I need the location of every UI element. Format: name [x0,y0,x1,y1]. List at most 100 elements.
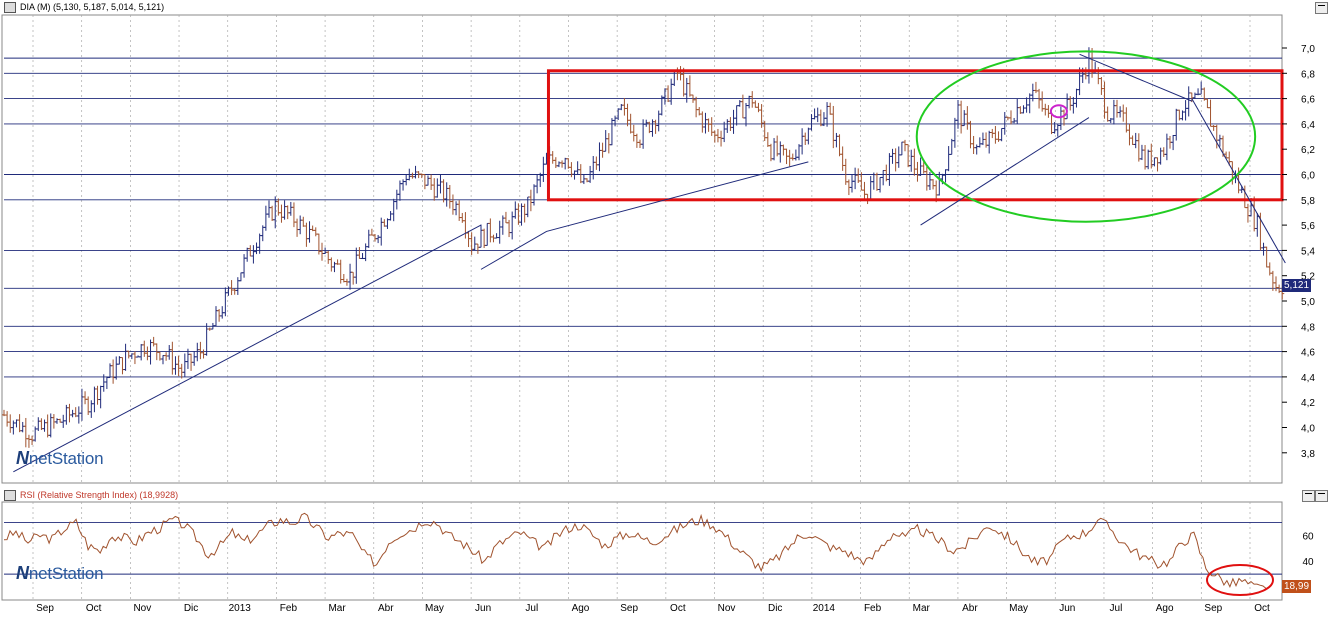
ohlc-bar [254,242,259,255]
ohlc-bar [438,174,443,194]
y-tick-label: 4,4 [1301,373,1315,384]
ohlc-bar [594,156,599,170]
ohlc-bar [447,185,452,209]
ohlc-bar [1208,99,1213,127]
x-tick-label: Oct [1254,603,1270,614]
ohlc-bar [426,175,430,186]
trendline [480,161,809,270]
ohlc-bar [5,411,10,427]
ohlc-bar [1118,106,1123,118]
ohlc-bar [778,141,783,163]
ohlc-bar [606,133,611,154]
x-tick-label: May [425,603,444,614]
x-tick-label: Ago [1156,603,1174,614]
ohlc-bar [235,277,240,295]
ohlc-bar [238,272,243,282]
ohlc-bar [475,243,480,254]
y-tick-label: 4,6 [1301,348,1315,359]
x-tick-label: 2014 [813,603,836,614]
ohlc-bar [291,202,296,228]
ohlc-bar [179,363,184,379]
ohlc-bar [840,146,845,171]
ohlc-bar [503,211,508,224]
ohlc-bar [98,385,103,409]
ohlc-bar [812,108,817,120]
ohlc-bar [1105,106,1110,122]
ohlc-bar [1002,111,1007,135]
ohlc-bar [282,200,287,220]
x-tick-label: Oct [670,603,686,614]
rsi-y-tick-label: 60 [1302,531,1314,542]
ohlc-bar [884,164,889,182]
ohlc-bar [36,417,41,432]
ohlc-bar [1158,147,1163,165]
ohlc-bar [853,167,858,190]
ohlc-bar [952,117,957,148]
ohlc-bar [890,148,895,164]
ohlc-bar [962,110,967,127]
horizontal-levels [4,57,1282,378]
ohlc-bar [797,144,801,161]
ohlc-bar [223,287,228,317]
ohlc-bar [878,176,883,193]
ohlc-bar [881,170,886,186]
ohlc-bar [469,232,474,255]
x-tick-label: May [1009,603,1028,614]
ohlc-bar [1102,81,1107,119]
ohlc-bar [687,75,692,97]
ohlc-bar [369,228,374,236]
ohlc-bar [522,203,527,223]
ohlc-bar [79,388,84,421]
annotations [13,50,1286,473]
ohlc-bar [329,257,334,272]
last-rsi-badge: 18,99 [1282,580,1311,593]
ohlc-bar [868,176,873,201]
x-tick-label: 2013 [229,603,252,614]
ohlc-bar [977,137,982,148]
ohlc-bar [903,139,907,152]
ohlc-bar [450,194,455,215]
ohlc-bar [14,419,19,428]
x-tick-label: Dic [184,603,198,614]
ohlc-bar [731,109,736,134]
x-tick-label: Ago [572,603,590,614]
y-tick-label: 6,4 [1301,120,1315,131]
ohlc-bar [61,414,66,428]
ohlc-bar [1164,133,1169,161]
x-tick-label: Dic [768,603,782,614]
x-tick-label: Sep [1204,603,1222,614]
ohlc-bar [613,115,618,127]
ohlc-bar [92,386,97,413]
ohlc-bar [251,245,256,264]
ohlc-bar [834,132,839,148]
y-tick-label: 5,8 [1301,196,1315,207]
ohlc-bar [326,250,331,264]
ohlc-bar [1274,276,1278,292]
ohlc-bar [737,100,742,107]
ohlc-bar [217,309,222,322]
ohlc-bar [410,172,415,179]
ohlc-bar [320,242,324,261]
ohlc-bar [999,127,1004,142]
ohlc-bar [164,352,169,361]
ohlc-bar [1199,81,1204,95]
netstation-logo: NnetStation [16,448,104,468]
ohlc-bar [142,340,147,357]
ohlc-bar [435,178,440,198]
ohlc-bar [541,156,546,182]
ohlc-bar [1086,47,1091,84]
x-tick-label: Jun [475,603,491,614]
x-tick-label: Sep [620,603,638,614]
ohlc-bar [669,78,674,105]
ohlc-bar [563,157,568,170]
ohlc-bar [497,220,502,244]
ohlc-bar [17,414,22,433]
ohlc-bar [232,288,237,295]
ohlc-bar [532,184,536,206]
ohlc-bar [1021,105,1026,114]
ohlc-bar [937,171,942,196]
chart-canvas: 7,06,86,66,46,26,05,85,65,45,25,04,84,64… [1,14,1315,614]
ohlc-bar [553,157,558,169]
ohlc-bar [376,234,381,244]
ohlc-bar [270,205,275,221]
